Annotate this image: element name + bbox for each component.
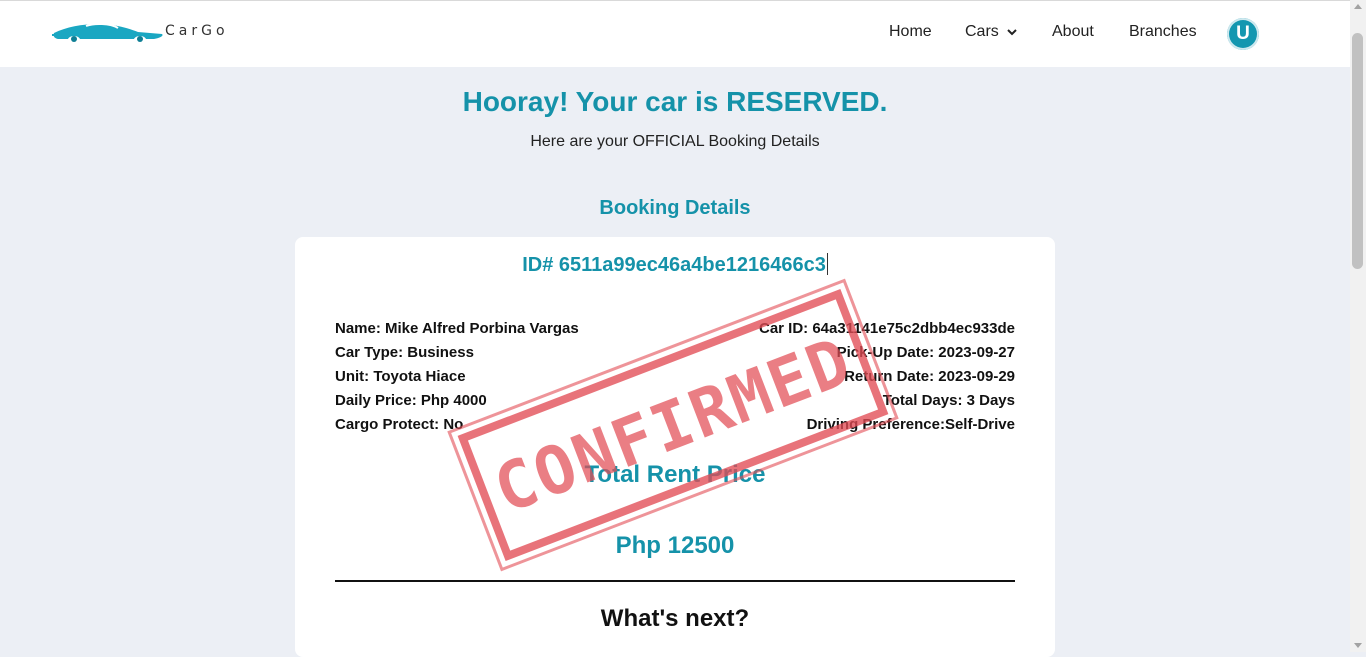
detail-car-id: Car ID: 64a31141e75c2dbb4ec933de (758, 320, 1015, 337)
scroll-up-arrow-icon[interactable] (1354, 4, 1362, 9)
scrollbar-thumb[interactable] (1352, 33, 1363, 269)
total-rent-label: Total Rent Price (584, 461, 766, 488)
nav-about-label: About (1052, 23, 1094, 40)
car-silhouette-icon (52, 22, 163, 42)
page-subtitle: Here are your OFFICIAL Booking Details (530, 133, 820, 150)
nav-home[interactable]: Home (889, 1, 932, 63)
detail-cargo-protect: Cargo Protect: No (335, 416, 464, 433)
detail-daily-price: Daily Price: Php 4000 (335, 392, 487, 409)
user-avatar[interactable]: U (1227, 18, 1259, 50)
nav-branches-label: Branches (1129, 23, 1197, 40)
navbar: CarGo Home Cars About Branches U (0, 0, 1350, 67)
booking-details-heading: Booking Details (599, 197, 751, 219)
detail-unit: Unit: Toyota Hiace (335, 368, 466, 385)
nav-home-label: Home (889, 23, 932, 40)
page-title: Hooray! Your car is RESERVED. (462, 86, 888, 117)
whats-next-heading: What's next? (600, 605, 750, 632)
detail-name: Name: Mike Alfred Porbina Vargas (335, 320, 579, 337)
booking-card: ID# 6511a99ec46a4be1216466c3 Name: Mike … (295, 237, 1055, 657)
divider (335, 580, 1015, 582)
detail-pickup-date: Pick-Up Date: 2023-09-27 (836, 344, 1015, 361)
brand-logo[interactable]: CarGo (52, 19, 252, 47)
nav-cars-label: Cars (965, 23, 999, 40)
detail-total-days: Total Days: 3 Days (882, 392, 1015, 409)
detail-return-date: Return Date: 2023-09-29 (844, 368, 1015, 385)
page-scrollbar[interactable] (1350, 0, 1366, 652)
nav-branches[interactable]: Branches (1129, 1, 1197, 63)
booking-id-text: ID# 6511a99ec46a4be1216466c3 (522, 254, 826, 276)
detail-car-type: Car Type: Business (335, 344, 474, 361)
total-rent-value: Php 12500 (615, 532, 735, 559)
nav-about[interactable]: About (1052, 1, 1094, 63)
text-cursor (826, 253, 828, 275)
scroll-down-arrow-icon[interactable] (1354, 643, 1362, 648)
detail-driving-preference: Driving Preference:Self-Drive (806, 416, 1015, 433)
nav-cars[interactable]: Cars (965, 1, 1017, 63)
brand-name: CarGo (165, 23, 229, 39)
booking-id: ID# 6511a99ec46a4be1216466c3 (295, 253, 1055, 277)
chevron-down-icon (1007, 23, 1017, 41)
